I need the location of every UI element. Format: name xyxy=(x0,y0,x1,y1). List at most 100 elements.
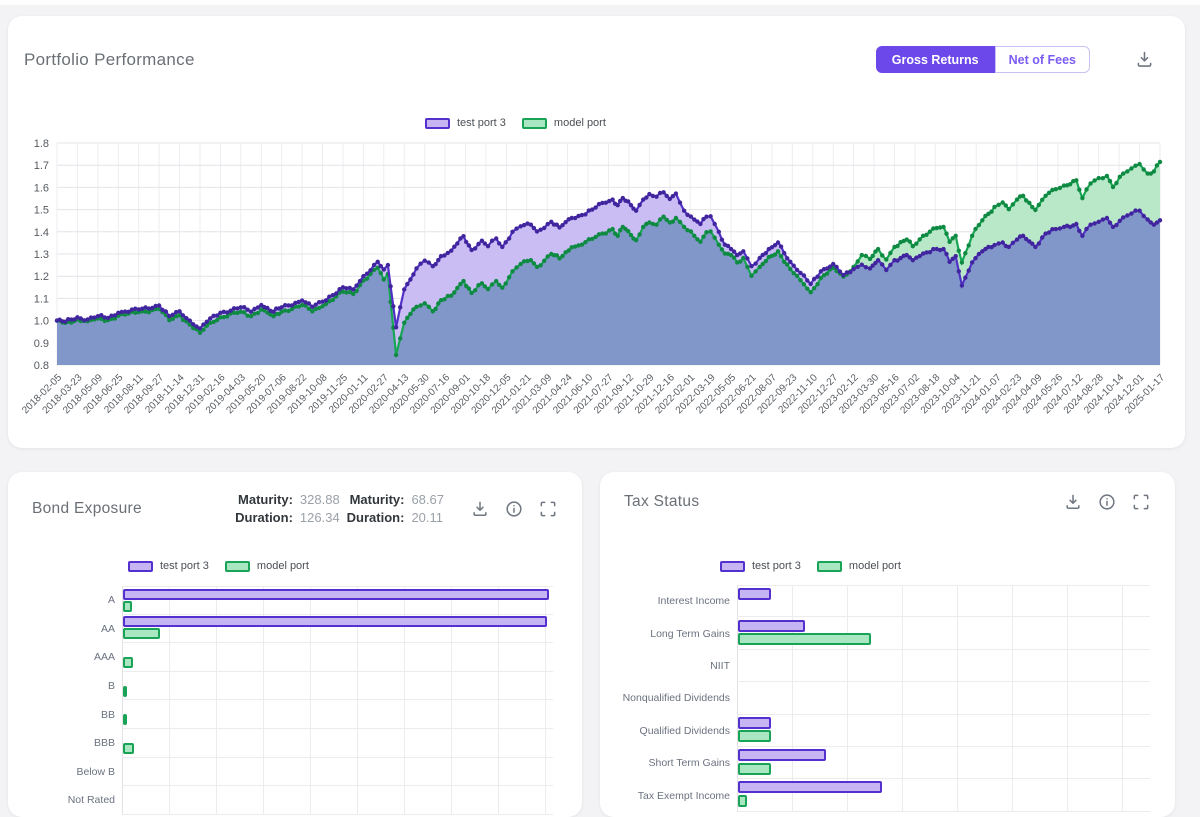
bar-row: Tax Exempt Income xyxy=(600,779,1150,811)
bar-track xyxy=(737,682,1150,714)
model-port-swatch xyxy=(817,561,842,572)
bond-legend: test port 3 model port xyxy=(128,560,309,572)
category-label: BB xyxy=(8,700,122,729)
bar-track xyxy=(737,715,1150,747)
bar-row: Long Term Gains xyxy=(600,617,1150,649)
svg-text:1.2: 1.2 xyxy=(34,271,49,283)
category-label: Tax Exempt Income xyxy=(600,779,737,811)
maturity-label-2: Maturity: xyxy=(347,492,405,507)
category-label: Long Term Gains xyxy=(600,617,737,649)
bar-row: Qualified Dividends xyxy=(600,715,1150,747)
portfolio-performance-chart[interactable]: 0.80.91.01.11.21.31.41.51.61.71.82018-02… xyxy=(8,118,1185,448)
maturity-value: 328.88 xyxy=(300,492,340,507)
bond-stats: Maturity: 328.88 Maturity: 68.67 Duratio… xyxy=(235,492,444,525)
bar-track xyxy=(122,672,553,701)
bar-track xyxy=(737,650,1150,682)
fullscreen-icon[interactable] xyxy=(1131,492,1151,512)
svg-text:1.0: 1.0 xyxy=(34,316,49,328)
bar-row: B xyxy=(8,672,553,701)
bar-model-port xyxy=(123,601,132,612)
bar-track xyxy=(737,747,1150,779)
tax-legend: test port 3 model port xyxy=(720,560,901,572)
category-label: Nonqualified Dividends xyxy=(600,682,737,714)
download-icon[interactable] xyxy=(470,499,490,519)
bar-row: BBB xyxy=(8,729,553,758)
info-icon[interactable] xyxy=(504,499,524,519)
category-label: A xyxy=(8,586,122,615)
returns-toggle-group: Gross Returns Net of Fees xyxy=(876,46,1090,73)
category-label: BBB xyxy=(8,729,122,758)
category-label: B xyxy=(8,672,122,701)
bar-row: A xyxy=(8,586,553,615)
tax-status-chart[interactable]: Interest IncomeLong Term GainsNIITNonqua… xyxy=(600,585,1150,812)
maturity-label: Maturity: xyxy=(235,492,293,507)
bar-model-port xyxy=(123,743,134,754)
page-title: Portfolio Performance xyxy=(24,50,195,70)
bar-row: Not Rated xyxy=(8,786,553,815)
bar-track xyxy=(122,615,553,644)
tax-status-title: Tax Status xyxy=(624,493,699,511)
bond-exposure-title: Bond Exposure xyxy=(32,500,142,518)
bar-track xyxy=(122,758,553,787)
duration-value-2: 20.11 xyxy=(411,510,444,525)
test-port-3-swatch xyxy=(128,561,153,572)
bar-row: Below B xyxy=(8,758,553,787)
svg-text:0.8: 0.8 xyxy=(34,360,49,372)
svg-text:1.4: 1.4 xyxy=(34,227,49,239)
bar-model-port xyxy=(123,628,160,639)
bar-model-port xyxy=(123,686,127,697)
bar-model-port xyxy=(738,763,771,775)
legend-item-test-port-3[interactable]: test port 3 xyxy=(128,560,209,572)
bar-model-port xyxy=(123,657,133,668)
svg-text:1.8: 1.8 xyxy=(34,138,49,150)
category-label: Qualified Dividends xyxy=(600,715,737,747)
bar-model-port xyxy=(123,714,127,725)
svg-text:1.1: 1.1 xyxy=(34,293,49,305)
category-label: AAA xyxy=(8,643,122,672)
category-label: AA xyxy=(8,615,122,644)
download-icon[interactable] xyxy=(1063,492,1083,512)
info-icon[interactable] xyxy=(1097,492,1117,512)
category-label: Interest Income xyxy=(600,585,737,617)
bar-row: AAA xyxy=(8,643,553,672)
maturity-value-2: 68.67 xyxy=(411,492,444,507)
legend-item-model-port[interactable]: model port xyxy=(817,560,901,572)
legend-item-model-port[interactable]: model port xyxy=(225,560,309,572)
bar-test-port-3 xyxy=(738,781,882,793)
bond-exposure-chart[interactable]: AAAAAABBBBBBBelow BNot Rated xyxy=(8,586,553,815)
tax-status-header: Tax Status xyxy=(600,472,1175,512)
bar-track xyxy=(122,786,553,815)
bar-model-port xyxy=(738,795,747,807)
bar-model-port xyxy=(738,633,871,645)
bar-row: AA xyxy=(8,615,553,644)
model-port-swatch xyxy=(225,561,250,572)
fullscreen-icon[interactable] xyxy=(538,499,558,519)
bar-track xyxy=(122,586,553,615)
bar-test-port-3 xyxy=(123,589,549,600)
tax-status-card: Tax Status tes xyxy=(600,472,1175,817)
bar-track xyxy=(737,779,1150,811)
bar-test-port-3 xyxy=(738,588,771,600)
net-of-fees-button[interactable]: Net of Fees xyxy=(995,46,1090,73)
bond-exposure-card: Bond Exposure Maturity: 328.88 Maturity:… xyxy=(8,472,582,817)
bond-exposure-header: Bond Exposure Maturity: 328.88 Maturity:… xyxy=(8,472,582,525)
legend-item-test-port-3[interactable]: test port 3 xyxy=(720,560,801,572)
test-port-3-swatch xyxy=(720,561,745,572)
portfolio-performance-card: Portfolio Performance Gross Returns Net … xyxy=(8,16,1185,448)
bar-row: BB xyxy=(8,700,553,729)
svg-text:0.9: 0.9 xyxy=(34,338,49,350)
category-label: NIIT xyxy=(600,650,737,682)
bar-row: Short Term Gains xyxy=(600,747,1150,779)
bar-track xyxy=(122,700,553,729)
tax-header-icons xyxy=(1063,492,1151,512)
category-label: Short Term Gains xyxy=(600,747,737,779)
bar-track xyxy=(122,729,553,758)
bar-test-port-3 xyxy=(738,620,805,632)
bar-test-port-3 xyxy=(738,717,771,729)
gross-returns-button[interactable]: Gross Returns xyxy=(876,46,995,73)
bar-row: Nonqualified Dividends xyxy=(600,682,1150,714)
bar-row: Interest Income xyxy=(600,585,1150,617)
svg-text:1.5: 1.5 xyxy=(34,205,49,217)
download-icon[interactable] xyxy=(1134,49,1155,70)
bar-track xyxy=(122,643,553,672)
